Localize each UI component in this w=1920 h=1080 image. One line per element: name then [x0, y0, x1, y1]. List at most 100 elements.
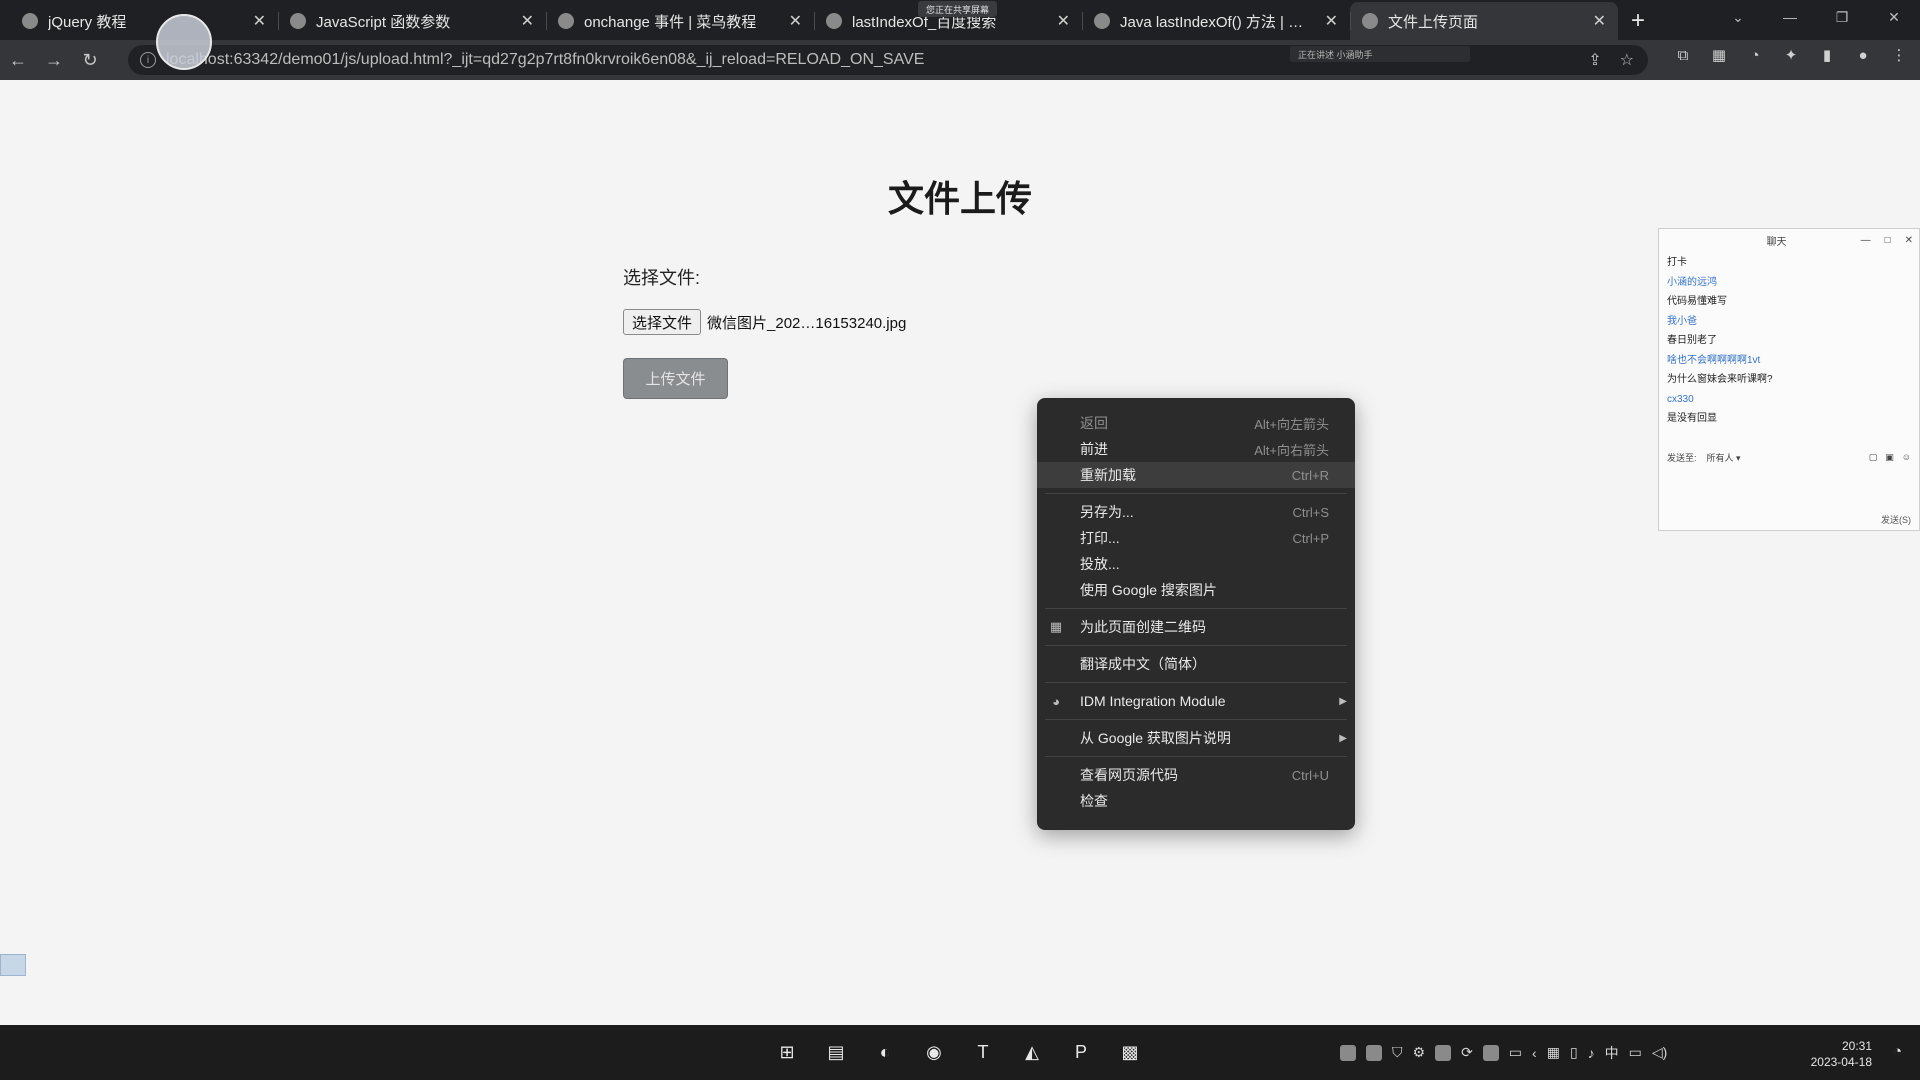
chat-maximize-icon[interactable]: □: [1885, 235, 1891, 246]
menu-item-save-as[interactable]: 另存为... Ctrl+S: [1037, 499, 1355, 525]
chat-message: 是没有回显: [1667, 413, 1717, 424]
network-icon[interactable]: ▭: [1629, 1044, 1642, 1061]
back-icon[interactable]: ←: [0, 42, 36, 78]
send-to-select[interactable]: 所有人 ▾: [1707, 451, 1741, 464]
sync-icon[interactable]: ⟳: [1461, 1044, 1473, 1061]
page-content: 文件上传 选择文件: 选择文件 微信图片_202…16153240.jpg 上传…: [0, 80, 1920, 1025]
menu-item-print[interactable]: 打印... Ctrl+P: [1037, 525, 1355, 551]
user-icon[interactable]: ☺: [1902, 452, 1911, 463]
chat-window: 聊天 — □ ✕ 打卡 小涵的远鸿 代码易懂难写 我小爸 春日别老了 啥也不会啊…: [1658, 228, 1920, 531]
chat-messages: 打卡 小涵的远鸿 代码易懂难写 我小爸 春日别老了 啥也不会啊啊啊啊1vt 为什…: [1659, 251, 1919, 431]
tray-app-icon[interactable]: [1366, 1044, 1382, 1061]
menu-item-google-image-search[interactable]: 使用 Google 搜索图片: [1037, 577, 1355, 603]
tab-java-lastindexof[interactable]: Java lastIndexOf() 方法 | 菜鸟教 ✕: [1082, 2, 1350, 40]
tab-upload-page[interactable]: 文件上传页面 ✕: [1350, 2, 1618, 40]
cast-ext-icon[interactable]: ◔: [1744, 44, 1766, 66]
shield-icon[interactable]: ⛉: [1392, 1044, 1403, 1061]
close-tab-icon[interactable]: ✕: [253, 11, 266, 31]
menu-item-image-descriptions[interactable]: 从 Google 获取图片说明 ▶: [1037, 725, 1355, 751]
forward-icon[interactable]: →: [36, 42, 72, 78]
clock-time: 20:31: [1841, 1039, 1872, 1053]
close-window-icon[interactable]: ✕: [1868, 0, 1920, 34]
menu-kebab-icon[interactable]: ⋮: [1888, 44, 1910, 66]
menu-separator: [1045, 756, 1347, 757]
volume-icon[interactable]: ◁): [1652, 1044, 1667, 1061]
menu-item-reload[interactable]: 重新加载 Ctrl+R: [1037, 462, 1355, 488]
close-tab-icon[interactable]: ✕: [1325, 11, 1338, 31]
screenshot-icon[interactable]: ▣: [1885, 452, 1894, 463]
extensions-puzzle-icon[interactable]: ✦: [1780, 44, 1802, 66]
chat-message: 为什么窗妹会来听课啊?: [1667, 374, 1773, 385]
chat-message: 啥也不会啊啊啊啊1vt: [1667, 354, 1761, 366]
gear-icon[interactable]: ⚙: [1413, 1044, 1426, 1061]
menu-item-forward[interactable]: 前进 Alt+向右箭头: [1037, 436, 1355, 462]
tray-app-icon[interactable]: [1340, 1044, 1356, 1061]
tab-jquery[interactable]: jQuery 教程 ✕: [10, 2, 278, 40]
upload-button[interactable]: 上传文件: [623, 358, 728, 399]
site-info-icon[interactable]: i: [140, 52, 156, 68]
taskbar-clock[interactable]: 20:31 2023-04-18: [1811, 1038, 1872, 1070]
input-method-indicator[interactable]: 中: [1605, 1043, 1619, 1063]
photos-icon[interactable]: ◭: [1017, 1038, 1047, 1068]
share-icon[interactable]: ⇪: [1588, 50, 1601, 70]
chat-minimize-icon[interactable]: —: [1861, 235, 1871, 246]
window-controls: ⌄ — ❐ ✕: [1712, 0, 1920, 34]
menu-item-label: 为此页面创建二维码: [1080, 619, 1206, 635]
chevron-left-icon[interactable]: ‹: [1532, 1045, 1537, 1061]
floating-widget-tab[interactable]: [0, 954, 26, 976]
menu-item-back[interactable]: 返回 Alt+向左箭头: [1037, 410, 1355, 436]
menu-item-cast[interactable]: 投放...: [1037, 551, 1355, 577]
tab-js-params[interactable]: JavaScript 函数参数 ✕: [278, 2, 546, 40]
p-app-icon[interactable]: P: [1066, 1038, 1096, 1068]
menu-item-inspect[interactable]: 检查: [1037, 788, 1355, 814]
edge-icon[interactable]: ◐: [870, 1038, 900, 1068]
chat-message: 打卡: [1667, 257, 1687, 268]
chat-send-button[interactable]: 发送(S): [1881, 513, 1911, 526]
menu-item-idm[interactable]: ◕ IDM Integration Module ▶: [1037, 688, 1355, 714]
chat-close-icon[interactable]: ✕: [1905, 235, 1913, 246]
profile-icon[interactable]: ●: [1852, 44, 1874, 66]
side-panel-icon[interactable]: ▮: [1816, 44, 1838, 66]
menu-separator: [1045, 493, 1347, 494]
extension-icons: ⧉ ▦ ◔ ✦ ▮ ● ⋮: [1672, 44, 1910, 66]
minimize-icon[interactable]: —: [1764, 0, 1816, 34]
url-text[interactable]: localhost:63342/demo01/js/upload.html?_i…: [166, 51, 924, 69]
menu-separator: [1045, 719, 1347, 720]
new-tab-button[interactable]: +: [1618, 2, 1658, 40]
close-tab-icon[interactable]: ✕: [521, 11, 534, 31]
close-tab-icon[interactable]: ✕: [1057, 11, 1070, 31]
tray-app-icon[interactable]: [1435, 1044, 1452, 1061]
file-explorer-icon[interactable]: ▤: [821, 1038, 851, 1068]
qr-ext-icon[interactable]: ▦: [1708, 44, 1730, 66]
mic-icon[interactable]: ♪: [1588, 1045, 1595, 1061]
grid-icon[interactable]: ▦: [1547, 1044, 1560, 1061]
file-icon[interactable]: ▢: [1869, 452, 1878, 463]
monitor-icon[interactable]: ▭: [1509, 1044, 1522, 1061]
choose-file-button[interactable]: 选择文件: [623, 309, 702, 335]
file-input[interactable]: 选择文件 微信图片_202…16153240.jpg: [623, 309, 906, 335]
typora-icon[interactable]: T: [968, 1038, 998, 1068]
clock-date: 2023-04-18: [1810, 1055, 1872, 1069]
translate-ext-icon[interactable]: ⧉: [1672, 44, 1694, 66]
menu-item-shortcut: Ctrl+U: [1291, 767, 1329, 783]
restore-icon[interactable]: ❐: [1816, 0, 1868, 34]
tab-onchange[interactable]: onchange 事件 | 菜鸟教程 ✕: [546, 2, 814, 40]
ps-app-icon[interactable]: ▩: [1115, 1038, 1145, 1068]
reload-icon[interactable]: ↻: [72, 42, 108, 78]
menu-item-qr-code[interactable]: ▦ 为此页面创建二维码: [1037, 614, 1355, 640]
tab-search-chevron-icon[interactable]: ⌄: [1712, 0, 1764, 34]
battery-icon[interactable]: ▯: [1570, 1044, 1578, 1061]
chat-titlebar: 聊天 — □ ✕: [1659, 229, 1919, 251]
menu-item-translate[interactable]: 翻译成中文（简体）: [1037, 651, 1355, 677]
notification-icon[interactable]: ◔: [1893, 1043, 1902, 1060]
menu-item-label: 使用 Google 搜索图片: [1080, 582, 1217, 598]
tab-title: Java lastIndexOf() 方法 | 菜鸟教: [1120, 13, 1315, 31]
chat-message: 小涵的远鸿: [1667, 276, 1717, 288]
tray-app-icon[interactable]: [1482, 1044, 1499, 1061]
bookmark-star-icon[interactable]: ☆: [1620, 50, 1634, 70]
close-tab-icon[interactable]: ✕: [1593, 11, 1606, 31]
start-icon[interactable]: ⊞: [772, 1038, 802, 1068]
menu-item-view-source[interactable]: 查看网页源代码 Ctrl+U: [1037, 762, 1355, 788]
chrome-icon[interactable]: ◉: [919, 1038, 949, 1068]
close-tab-icon[interactable]: ✕: [789, 11, 802, 31]
